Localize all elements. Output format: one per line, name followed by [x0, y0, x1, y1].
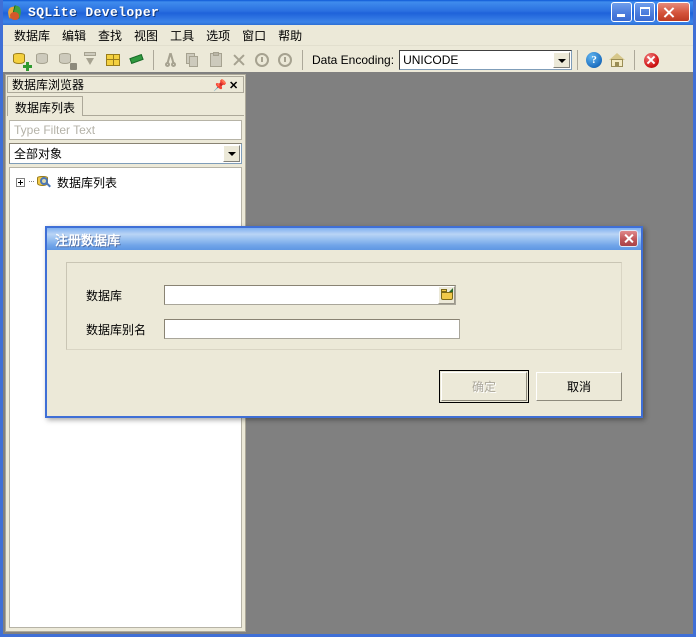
- dialog-title-bar: 注册数据库: [47, 228, 641, 250]
- window-title: SQLite Developer: [28, 5, 159, 20]
- compact-database-icon[interactable]: [79, 49, 101, 71]
- edit-database-icon[interactable]: [56, 49, 78, 71]
- pencil-icon[interactable]: [125, 49, 147, 71]
- panel-tabs: 数据库列表: [7, 95, 244, 116]
- toolbar-separator: [577, 50, 578, 70]
- menu-item-help[interactable]: 帮助: [272, 25, 308, 46]
- undo-icon[interactable]: [251, 49, 273, 71]
- expand-icon[interactable]: [16, 178, 25, 187]
- tree-item-label: 数据库列表: [57, 174, 117, 191]
- copy-icon[interactable]: [182, 49, 204, 71]
- redo-icon[interactable]: [274, 49, 296, 71]
- menu-item-database[interactable]: 数据库: [8, 25, 56, 46]
- object-type-value: 全部对象: [14, 145, 62, 162]
- help-icon[interactable]: ?: [583, 49, 605, 71]
- panel-header: 数据库浏览器 📌 ✕: [7, 76, 244, 93]
- cut-icon[interactable]: [159, 49, 181, 71]
- maximize-button[interactable]: [634, 2, 655, 22]
- menu-item-window[interactable]: 窗口: [236, 25, 272, 46]
- filter-input[interactable]: Type Filter Text: [9, 120, 242, 140]
- tab-database-list[interactable]: 数据库列表: [7, 96, 83, 116]
- window-controls: [611, 2, 690, 22]
- add-database-icon[interactable]: [10, 49, 32, 71]
- close-icon[interactable]: ✕: [229, 78, 240, 91]
- pin-icon[interactable]: 📌: [213, 78, 224, 91]
- toolbar-separator: [302, 50, 303, 70]
- dialog-field-group: 数据库 数据库别名: [66, 262, 622, 350]
- workspace: 数据库浏览器 📌 ✕ 数据库列表 Type Filter Text 全部对象: [3, 72, 693, 634]
- dialog-close-button[interactable]: [619, 230, 638, 247]
- database-path-label: 数据库: [67, 287, 164, 304]
- minimize-button[interactable]: [611, 2, 632, 22]
- database-path-input[interactable]: [164, 285, 456, 305]
- database-icon[interactable]: [33, 49, 55, 71]
- home-icon[interactable]: [606, 49, 628, 71]
- toolbar: Data Encoding: UNICODE ?: [3, 46, 693, 74]
- database-alias-input[interactable]: [164, 319, 460, 339]
- menu-item-edit[interactable]: 编辑: [56, 25, 92, 46]
- app-leaf-icon: [7, 5, 23, 21]
- paste-icon[interactable]: [205, 49, 227, 71]
- data-encoding-select[interactable]: UNICODE: [399, 50, 572, 70]
- dialog-body: 数据库 数据库别名 确定 取消: [47, 250, 641, 416]
- tree-item-database-list[interactable]: 数据库列表: [10, 173, 241, 191]
- database-alias-label: 数据库别名: [67, 321, 164, 338]
- menu-item-find[interactable]: 查找: [92, 25, 128, 46]
- menu-item-options[interactable]: 选项: [200, 25, 236, 46]
- chevron-down-icon[interactable]: [553, 52, 570, 68]
- ok-button[interactable]: 确定: [441, 372, 527, 401]
- dialog-title: 注册数据库: [55, 230, 120, 249]
- data-encoding-group: Data Encoding: UNICODE: [312, 50, 572, 70]
- database-search-icon: [36, 174, 52, 190]
- delete-icon[interactable]: [228, 49, 250, 71]
- dialog-buttons: 确定 取消: [441, 372, 622, 401]
- open-folder-icon[interactable]: [438, 286, 455, 304]
- menu-item-tools[interactable]: 工具: [164, 25, 200, 46]
- register-database-dialog: 注册数据库 数据库 数据库别名: [45, 226, 643, 418]
- close-button[interactable]: [657, 2, 690, 22]
- stop-icon[interactable]: [640, 49, 662, 71]
- title-bar: SQLite Developer: [3, 0, 693, 25]
- database-path-row: 数据库: [67, 285, 621, 305]
- data-encoding-value: UNICODE: [403, 53, 458, 67]
- chevron-down-icon[interactable]: [223, 145, 240, 162]
- table-grid-icon[interactable]: [102, 49, 124, 71]
- tree-connector: [29, 181, 34, 183]
- object-type-select[interactable]: 全部对象: [9, 143, 242, 164]
- data-encoding-label: Data Encoding:: [312, 53, 394, 67]
- panel-header-buttons: 📌 ✕: [213, 78, 240, 91]
- toolbar-separator: [634, 50, 635, 70]
- panel-title: 数据库浏览器: [12, 76, 84, 93]
- application-window: SQLite Developer 数据库 编辑 查找 视图 工具 选项 窗口 帮…: [0, 0, 696, 637]
- menu-item-view[interactable]: 视图: [128, 25, 164, 46]
- database-alias-row: 数据库别名: [67, 319, 621, 339]
- toolbar-separator: [153, 50, 154, 70]
- cancel-button[interactable]: 取消: [536, 372, 622, 401]
- menu-bar: 数据库 编辑 查找 视图 工具 选项 窗口 帮助: [3, 25, 693, 46]
